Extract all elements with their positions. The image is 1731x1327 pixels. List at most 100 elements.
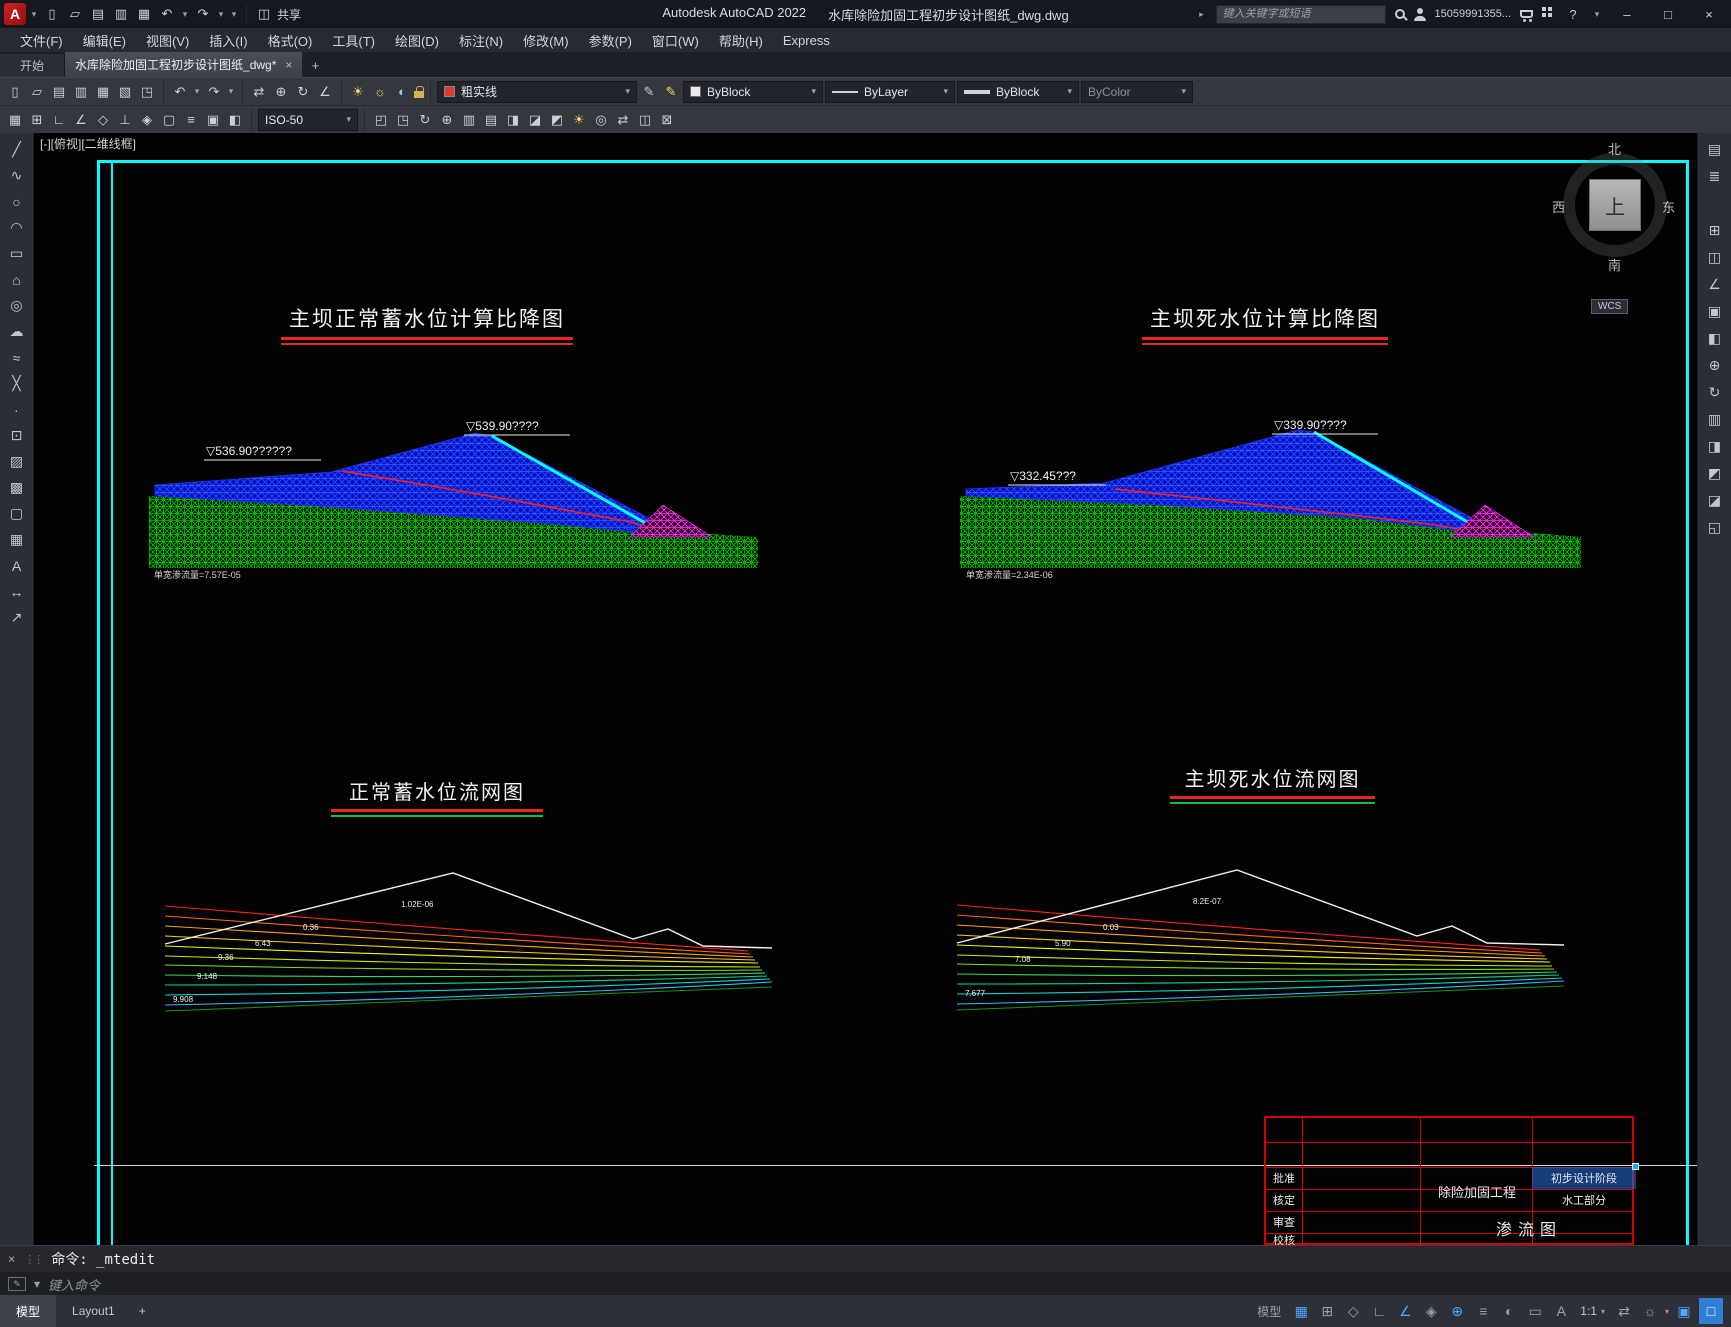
save-as-icon[interactable]: ▥ <box>111 3 131 25</box>
menu-parametric[interactable]: 参数(P) <box>579 29 642 52</box>
snap-icon[interactable]: ⊞ <box>27 109 47 131</box>
arc-tool-icon[interactable]: ◠ <box>4 216 30 239</box>
ellipse-tool-icon[interactable]: ◎ <box>4 294 30 317</box>
annotation-visibility-icon[interactable]: A <box>1550 1298 1572 1324</box>
selection-grip[interactable] <box>1632 1163 1639 1170</box>
menu-insert[interactable]: 插入(I) <box>199 29 257 52</box>
paste-icon[interactable]: ▣ <box>1702 300 1728 323</box>
command-input-row[interactable]: ✎ ▾ 键入命令 <box>0 1272 1731 1296</box>
autodesk-apps-icon[interactable] <box>1542 7 1546 11</box>
plot-preview-icon[interactable]: ▧ <box>115 81 135 103</box>
viewport-controls[interactable]: [-][俯视][二维线框] <box>40 135 136 152</box>
share-label[interactable]: 共享 <box>277 6 301 23</box>
steering-wheel-icon[interactable]: ⊕ <box>437 109 457 131</box>
properties-panel-icon[interactable]: ◨ <box>503 109 523 131</box>
pan-icon[interactable]: ⇄ <box>249 81 269 103</box>
dynamic-ucs-icon[interactable]: ◈ <box>137 109 157 131</box>
close-button[interactable]: × <box>1693 1 1725 27</box>
daylight-icon[interactable]: ☀ <box>348 81 368 103</box>
selection-icon[interactable]: ▭ <box>1524 1298 1546 1324</box>
lineweight-show-icon[interactable]: ≡ <box>1472 1298 1494 1324</box>
menu-window[interactable]: 窗口(W) <box>642 29 709 52</box>
object-snap-icon[interactable]: ⊕ <box>1446 1298 1468 1324</box>
point-tool-icon[interactable]: ∙ <box>4 398 30 421</box>
help-caret-icon[interactable]: ▾ <box>1592 3 1602 25</box>
help-icon[interactable]: ? <box>1563 3 1583 25</box>
workspace-switch-icon[interactable]: ⇄ <box>1613 1298 1635 1324</box>
iso-draft-icon[interactable]: ◈ <box>1420 1298 1442 1324</box>
model-button[interactable]: 模型 <box>1252 1298 1286 1324</box>
match-properties-icon[interactable]: ✎ <box>639 81 659 103</box>
regen-icon[interactable]: ↻ <box>293 81 313 103</box>
selection-cycling-icon[interactable]: ◧ <box>225 109 245 131</box>
navigation-icon[interactable]: ↻ <box>415 109 435 131</box>
tool-palette-icon[interactable]: ▤ <box>481 109 501 131</box>
color-combo[interactable]: ByBlock ▾ <box>683 80 823 103</box>
customization-gear-icon[interactable]: ☼ <box>1639 1298 1661 1324</box>
line-tool-icon[interactable]: ╱ <box>4 138 30 161</box>
undo-caret-icon[interactable]: ▾ <box>192 81 202 103</box>
redo-icon[interactable]: ↷ <box>193 3 213 25</box>
app-menu-caret-icon[interactable]: ▾ <box>29 3 39 25</box>
menu-modify[interactable]: 修改(M) <box>513 29 579 52</box>
motion-path-icon[interactable]: ⇄ <box>613 109 633 131</box>
minimize-button[interactable]: – <box>1611 1 1643 27</box>
rectangle-tool-icon[interactable]: ▭ <box>4 242 30 265</box>
otrack-icon[interactable]: ⊥ <box>115 109 135 131</box>
compass-north[interactable]: 北 <box>1608 139 1621 158</box>
command-grip-icon[interactable]: ⋮⋮ <box>24 1253 44 1266</box>
circle-tool-icon[interactable]: ○ <box>4 190 30 213</box>
construction-line-tool-icon[interactable]: ╳ <box>4 372 30 395</box>
blocks-icon[interactable]: ⊞ <box>1702 219 1728 242</box>
materials-icon[interactable]: ◪ <box>525 109 545 131</box>
publish-icon[interactable]: ◳ <box>137 81 157 103</box>
qat-customize-caret-icon[interactable]: ▾ <box>229 3 239 25</box>
wcs-selector[interactable]: WCS <box>1591 299 1629 314</box>
menu-view[interactable]: 视图(V) <box>136 29 199 52</box>
search-history-icon[interactable]: ▸ <box>1197 3 1207 25</box>
color-caret-icon[interactable]: ▾ <box>811 86 816 97</box>
undo-caret-icon[interactable]: ▾ <box>180 3 190 25</box>
undo-icon[interactable]: ↶ <box>170 81 190 103</box>
new-icon[interactable]: ▯ <box>5 81 25 103</box>
ortho-mode-icon[interactable]: ∟ <box>1368 1298 1390 1324</box>
linetype-caret-icon[interactable]: ▾ <box>625 86 630 97</box>
measure-panel-icon[interactable]: ∠ <box>1702 273 1728 296</box>
shade-icon[interactable]: ◐ <box>392 81 412 103</box>
tab-close-icon[interactable]: × <box>285 58 292 72</box>
grid-display-icon[interactable]: ▦ <box>1290 1298 1312 1324</box>
table-tool-icon[interactable]: ▦ <box>4 528 30 551</box>
redo-caret-icon[interactable]: ▾ <box>226 81 236 103</box>
clean-screen-icon[interactable]: □ <box>1699 1298 1723 1324</box>
command-close-icon[interactable]: × <box>8 1252 15 1266</box>
view-cube-top-face[interactable]: 上 <box>1589 179 1641 231</box>
lock-icon[interactable] <box>414 85 424 98</box>
view-panel-icon[interactable]: ◧ <box>1702 327 1728 350</box>
tab-document[interactable]: 水库除险加固工程初步设计图纸_dwg* × <box>65 52 303 77</box>
menu-express[interactable]: Express <box>773 31 840 50</box>
compass-west[interactable]: 西 <box>1552 197 1565 216</box>
menu-file[interactable]: 文件(F) <box>10 29 73 52</box>
lineweight-display-icon[interactable]: ≡ <box>181 109 201 131</box>
new-tab-button[interactable]: + <box>302 54 328 77</box>
camera-icon[interactable]: ◎ <box>591 109 611 131</box>
save-as-icon[interactable]: ▥ <box>71 81 91 103</box>
linetype-layer-combo[interactable]: ByLayer ▾ <box>825 80 955 103</box>
view-cube-icon[interactable]: ◳ <box>393 109 413 131</box>
drawing-canvas[interactable]: [-][俯视][二维线框] 北 西 东 南 上 WCS 主坝正常蓄水位计算比降图… <box>34 133 1697 1245</box>
plotstyle-caret-icon[interactable]: ▾ <box>1181 86 1186 97</box>
navigate-icon[interactable]: ↻ <box>1702 381 1728 404</box>
menu-help[interactable]: 帮助(H) <box>709 29 773 52</box>
menu-format[interactable]: 格式(O) <box>258 29 323 52</box>
palette-panel-icon[interactable]: ◨ <box>1702 435 1728 458</box>
save-icon[interactable]: ▤ <box>49 81 69 103</box>
dim-style-combo[interactable]: ISO-50 ▾ <box>258 108 358 131</box>
render-panel-icon[interactable]: ◩ <box>1702 462 1728 485</box>
leader-tool-icon[interactable]: ↗ <box>4 606 30 629</box>
measure-icon[interactable]: ∠ <box>315 81 335 103</box>
command-input-prompt[interactable]: 键入命令 <box>48 1275 100 1294</box>
plot-icon[interactable]: ▦ <box>93 81 113 103</box>
hatch-tool-icon[interactable]: ▨ <box>4 450 30 473</box>
lineweight-combo[interactable]: ByBlock ▾ <box>957 80 1079 103</box>
ucs-icon[interactable]: ◰ <box>371 109 391 131</box>
